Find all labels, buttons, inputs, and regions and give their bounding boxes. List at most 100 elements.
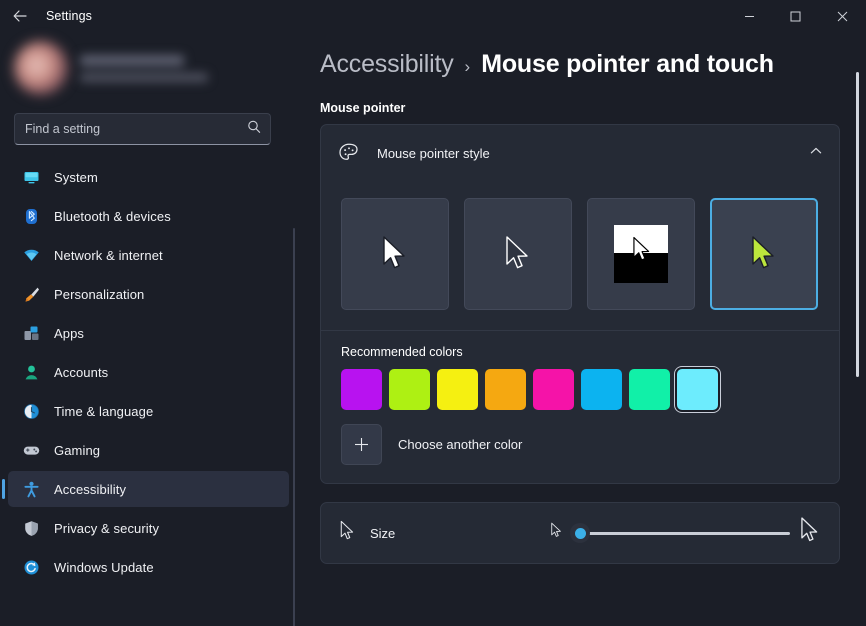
plus-icon[interactable]: [341, 424, 382, 465]
minimize-button[interactable]: [726, 0, 772, 32]
color-swatches: [341, 369, 819, 410]
palette-icon: [337, 141, 361, 165]
privacy-icon: [22, 519, 40, 537]
mouse-pointer-style-card: Mouse pointer style Recommended colors C…: [320, 124, 840, 484]
pointer-size-slider[interactable]: [570, 522, 790, 544]
color-swatch-purple[interactable]: [341, 369, 382, 410]
search-placeholder: Find a setting: [25, 122, 101, 136]
sidebar-item-label: Apps: [54, 325, 85, 341]
pointer-style-white[interactable]: [341, 198, 449, 310]
profile-text: [80, 54, 208, 82]
recommended-colors-area: Recommended colors Choose another color: [321, 331, 839, 483]
sidebar-item-label: Accessibility: [54, 481, 127, 497]
sidebar-item-network-internet[interactable]: Network & internet: [8, 237, 289, 273]
title-bar: Settings: [0, 0, 866, 32]
settings-window: Settings Find a setting System Bluetooth…: [0, 0, 866, 626]
color-swatch-light-cyan[interactable]: [677, 369, 718, 410]
accounts-icon: [22, 363, 40, 381]
personalization-icon: [22, 285, 40, 303]
sidebar-item-apps[interactable]: Apps: [8, 315, 289, 351]
sidebar-item-personalization[interactable]: Personalization: [8, 276, 289, 312]
sidebar-item-label: Time & language: [54, 403, 154, 419]
chevron-up-icon[interactable]: [809, 144, 823, 163]
network-icon: [22, 246, 40, 264]
mouse-pointer-style-title: Mouse pointer style: [377, 145, 490, 161]
sidebar-item-windows-update[interactable]: Windows Update: [8, 549, 289, 585]
sidebar-item-label: Bluetooth & devices: [54, 208, 171, 224]
sidebar-item-label: System: [54, 169, 98, 185]
inverted-preview: [614, 225, 668, 283]
slider-track: [572, 531, 790, 535]
sidebar-item-accessibility[interactable]: Accessibility: [2, 471, 289, 507]
sidebar-item-time-language[interactable]: Time & language: [8, 393, 289, 429]
apps-icon: [22, 324, 40, 342]
sidebar: Find a setting System Bluetooth & device…: [0, 32, 300, 626]
sidebar-item-gaming[interactable]: Gaming: [8, 432, 289, 468]
search-input[interactable]: Find a setting: [14, 113, 271, 145]
minimize-icon: [744, 15, 754, 17]
color-swatch-pink[interactable]: [533, 369, 574, 410]
slider-large-preview-icon: [799, 516, 821, 550]
page-title: Mouse pointer and touch: [481, 50, 774, 78]
section-heading: Mouse pointer: [320, 101, 406, 115]
sidebar-nav: System Bluetooth & devices Network & int…: [0, 159, 289, 585]
recommended-colors-label: Recommended colors: [341, 345, 463, 359]
small-pointer-icon: [339, 520, 356, 547]
window-body: Find a setting System Bluetooth & device…: [0, 32, 866, 626]
sidebar-item-label: Windows Update: [54, 559, 154, 575]
time-icon: [22, 402, 40, 420]
search-container: Find a setting: [0, 104, 289, 145]
inverted-pointer-icon: [633, 236, 650, 261]
back-arrow-icon: [13, 10, 27, 22]
gaming-icon: [22, 441, 40, 459]
pointer-style-black[interactable]: [464, 198, 572, 310]
main-scrollbar[interactable]: [856, 72, 859, 377]
pointer-size-card: Size: [320, 502, 840, 564]
sidebar-item-label: Privacy & security: [54, 520, 160, 536]
sidebar-item-accounts[interactable]: Accounts: [8, 354, 289, 390]
color-swatch-lime[interactable]: [389, 369, 430, 410]
sidebar-item-label: Accounts: [54, 364, 109, 380]
user-profile[interactable]: [0, 32, 289, 104]
color-swatch-orange[interactable]: [485, 369, 526, 410]
slider-thumb[interactable]: [570, 523, 590, 543]
update-icon: [22, 558, 40, 576]
breadcrumb-separator-icon: ›: [464, 57, 471, 76]
sidebar-item-system[interactable]: System: [8, 159, 289, 195]
color-swatch-blue[interactable]: [581, 369, 622, 410]
profile-name: [80, 54, 184, 66]
app-title: Settings: [46, 9, 92, 23]
slider-small-preview-icon: [550, 522, 563, 544]
color-swatch-green[interactable]: [629, 369, 670, 410]
maximize-button[interactable]: [772, 0, 818, 32]
sidebar-item-privacy-security[interactable]: Privacy & security: [8, 510, 289, 546]
pointer-style-options: [321, 181, 839, 330]
maximize-icon: [790, 11, 800, 21]
sidebar-scrollbar[interactable]: [293, 228, 295, 626]
profile-email: [80, 72, 208, 82]
main-content: Accessibility › Mouse pointer and touch …: [300, 32, 866, 626]
black-pointer-icon: [506, 236, 528, 269]
search-icon: [247, 120, 261, 139]
choose-another-color-row[interactable]: Choose another color: [341, 424, 819, 465]
pointer-size-slider-zone: [550, 516, 821, 550]
pointer-style-inverted[interactable]: [587, 198, 695, 310]
avatar: [14, 41, 68, 95]
close-button[interactable]: [818, 0, 866, 32]
pointer-size-label: Size: [370, 525, 396, 541]
bluetooth-icon: [22, 207, 40, 225]
choose-another-color-label: Choose another color: [398, 437, 523, 452]
close-icon: [837, 11, 847, 21]
color-swatch-yellow[interactable]: [437, 369, 478, 410]
custom-color-pointer-icon: [752, 236, 774, 269]
sidebar-item-label: Gaming: [54, 442, 101, 458]
system-icon: [22, 168, 40, 186]
breadcrumb: Accessibility › Mouse pointer and touch: [320, 32, 840, 79]
sidebar-item-bluetooth-devices[interactable]: Bluetooth & devices: [8, 198, 289, 234]
mouse-pointer-style-header[interactable]: Mouse pointer style: [321, 125, 839, 181]
breadcrumb-parent[interactable]: Accessibility: [320, 50, 454, 79]
pointer-style-custom[interactable]: [710, 198, 818, 310]
back-button[interactable]: [0, 0, 40, 32]
accessibility-icon: [22, 480, 40, 498]
sidebar-item-label: Personalization: [54, 286, 145, 302]
